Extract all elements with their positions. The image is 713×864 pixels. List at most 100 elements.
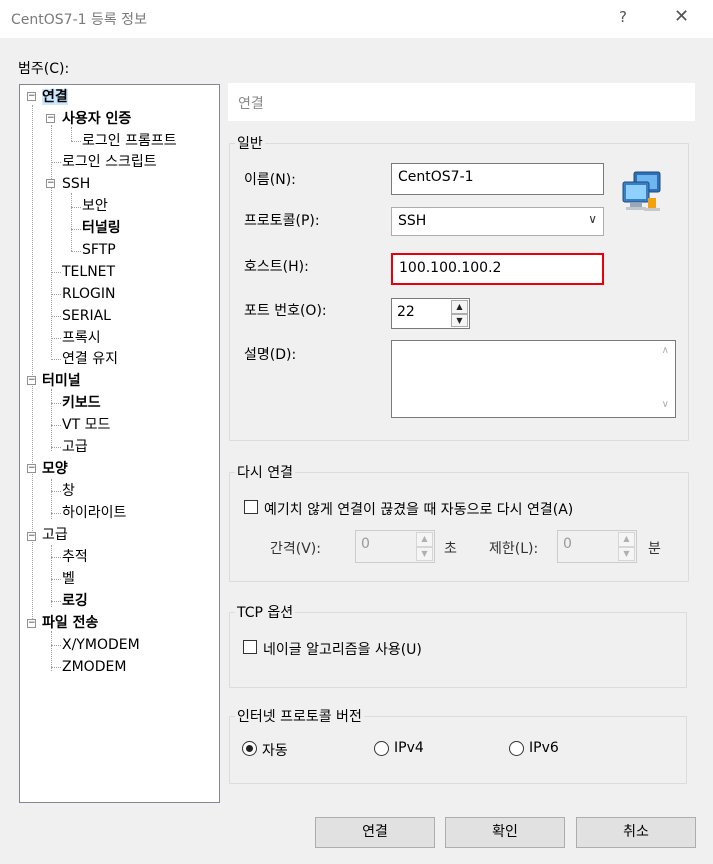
ipv6-label[interactable]: IPv6: [529, 740, 559, 756]
tree-item-advanced[interactable]: 고급: [42, 526, 68, 544]
tree-item-xymodem[interactable]: X/YMODEM: [62, 636, 140, 654]
name-label: 이름(N):: [244, 172, 296, 188]
section-header: 연결: [228, 83, 695, 121]
protocol-label: 프로토콜(P):: [244, 213, 320, 229]
ip-auto-radio[interactable]: [242, 741, 257, 756]
tree-item-tunneling[interactable]: 터널링: [82, 219, 121, 237]
interval-label: 간격(V):: [270, 541, 321, 557]
collapse-icon[interactable]: −: [27, 92, 36, 101]
tree-line: [51, 316, 61, 317]
tree-line: [51, 579, 61, 580]
tree-line: [51, 491, 61, 492]
host-field[interactable]: 100.100.100.2: [391, 253, 604, 285]
reconnect-group-title: 다시 연결: [235, 462, 295, 482]
ip-auto-label[interactable]: 자동: [262, 740, 288, 760]
collapse-icon[interactable]: −: [27, 532, 36, 541]
tree-line: [71, 141, 81, 142]
collapse-icon[interactable]: −: [27, 619, 36, 628]
title-bar: CentOS7-1 등록 정보 ? ✕: [0, 0, 713, 38]
ipv4-label[interactable]: IPv4: [394, 740, 424, 756]
tree-item-window[interactable]: 창: [62, 482, 75, 500]
tree-item-ssh[interactable]: SSH: [62, 175, 90, 193]
ipv6-radio[interactable]: [509, 741, 524, 756]
collapse-icon[interactable]: −: [27, 376, 36, 385]
auto-reconnect-label[interactable]: 예기치 않게 연결이 끊겼을 때 자동으로 다시 연결(A): [264, 499, 573, 519]
close-button[interactable]: ✕: [674, 6, 689, 27]
cancel-button[interactable]: 취소: [576, 817, 696, 848]
tree-item-terminal-advanced[interactable]: 고급: [62, 438, 88, 456]
tree-item-keyboard[interactable]: 키보드: [62, 394, 101, 412]
tree-item-telnet[interactable]: TELNET: [62, 263, 115, 281]
scroll-up-icon[interactable]: ∧: [662, 345, 669, 356]
tree-item-file-transfer[interactable]: 파일 전송: [42, 614, 98, 632]
tree-line: [51, 272, 61, 273]
category-tree[interactable]: − − − − − − − 연결 사용자 인증 로그인 프롬프트 로그인 스크립…: [19, 84, 220, 803]
auto-reconnect-checkbox[interactable]: [244, 500, 258, 514]
interval-stepper[interactable]: 0 ▲ ▼: [355, 530, 435, 563]
tree-line: [71, 251, 81, 252]
tree-item-proxy[interactable]: 프록시: [62, 329, 101, 347]
help-button[interactable]: ?: [619, 8, 627, 26]
window-title: CentOS7-1 등록 정보: [11, 12, 147, 28]
scroll-down-icon[interactable]: ∨: [662, 399, 669, 410]
spin-down-icon[interactable]: ▼: [618, 546, 635, 561]
spin-up-icon[interactable]: ▲: [416, 532, 433, 547]
tree-item-trace[interactable]: 추적: [62, 548, 88, 566]
protocol-select[interactable]: SSH ∨: [391, 207, 604, 236]
collapse-icon[interactable]: −: [46, 114, 55, 123]
chevron-down-icon: ∨: [588, 212, 597, 226]
ip-version-group-title: 인터넷 프로토콜 버전: [235, 706, 364, 726]
tree-item-terminal[interactable]: 터미널: [42, 372, 81, 390]
tree-item-connection[interactable]: 연결: [42, 88, 68, 106]
nagle-label[interactable]: 네이글 알고리즘을 사용(U): [263, 639, 422, 659]
name-field[interactable]: CentOS7-1: [391, 163, 604, 195]
network-computers-icon: [620, 168, 666, 214]
category-label: 범주(C):: [18, 61, 70, 77]
spin-up-icon[interactable]: ▲: [451, 300, 468, 314]
ipv4-radio[interactable]: [374, 741, 389, 756]
connect-button[interactable]: 연결: [315, 817, 435, 848]
description-field[interactable]: ∧ ∨: [391, 340, 676, 418]
tree-line: [51, 338, 61, 339]
tree-item-logging[interactable]: 로깅: [62, 592, 88, 610]
collapse-icon[interactable]: −: [46, 179, 55, 188]
tree-line: [51, 513, 61, 514]
tree-item-login-prompt[interactable]: 로그인 프롬프트: [82, 132, 177, 150]
tree-line: [51, 294, 61, 295]
tree-item-keepalive[interactable]: 연결 유지: [62, 350, 118, 368]
tree-item-zmodem[interactable]: ZMODEM: [62, 658, 126, 676]
tree-item-bell[interactable]: 벨: [62, 570, 75, 588]
tree-line: [51, 359, 61, 360]
reconnect-group: [229, 472, 689, 582]
tree-item-rlogin[interactable]: RLOGIN: [62, 285, 116, 303]
tree-line: [51, 631, 52, 671]
section-title: 연결: [238, 96, 264, 112]
nagle-checkbox[interactable]: [243, 640, 257, 654]
protocol-selected-value: SSH: [398, 213, 427, 229]
tree-line: [51, 447, 61, 448]
port-stepper[interactable]: 22 ▲ ▼: [391, 298, 470, 329]
tree-item-login-script[interactable]: 로그인 스크립트: [62, 153, 157, 171]
tree-item-appearance[interactable]: 모양: [42, 460, 68, 478]
limit-stepper[interactable]: 0 ▲ ▼: [557, 530, 637, 563]
ok-button[interactable]: 확인: [445, 817, 565, 848]
tree-item-serial[interactable]: SERIAL: [62, 307, 111, 325]
tree-item-security[interactable]: 보안: [82, 197, 108, 215]
limit-label: 제한(L):: [489, 541, 539, 557]
spin-down-icon[interactable]: ▼: [416, 546, 433, 561]
tree-line: [71, 207, 81, 208]
port-value: 22: [397, 304, 415, 320]
tree-line: [51, 557, 61, 558]
collapse-icon[interactable]: −: [27, 464, 36, 473]
tree-item-vt-mode[interactable]: VT 모드: [62, 416, 110, 434]
limit-value: 0: [563, 536, 572, 552]
tree-item-sftp[interactable]: SFTP: [82, 241, 116, 259]
tree-item-user-auth[interactable]: 사용자 인증: [62, 110, 131, 128]
tree-line: [51, 403, 61, 404]
tree-line: [51, 667, 61, 668]
spin-up-icon[interactable]: ▲: [618, 532, 635, 547]
tree-item-highlight[interactable]: 하이라이트: [62, 504, 126, 522]
spin-down-icon[interactable]: ▼: [451, 313, 468, 327]
ip-version-group: [229, 716, 687, 784]
tree-line: [51, 425, 61, 426]
